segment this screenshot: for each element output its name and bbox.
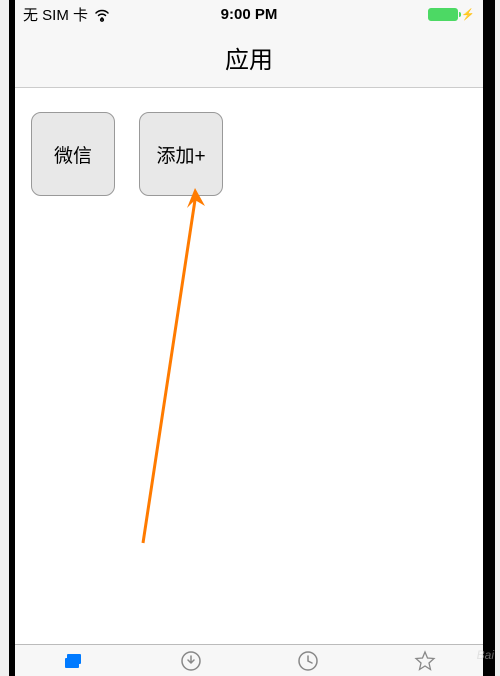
app-tile-wechat[interactable]: 微信 xyxy=(31,112,115,196)
status-bar: 无 SIM 卡 9:00 PM ⚡ xyxy=(15,0,483,28)
tab-favorites[interactable] xyxy=(366,645,483,676)
status-right: ⚡ xyxy=(428,8,475,21)
apps-stack-icon xyxy=(63,650,85,672)
clock-icon xyxy=(297,650,319,672)
app-tile-add[interactable]: 添加+ xyxy=(139,112,223,196)
status-left: 无 SIM 卡 xyxy=(23,4,110,25)
charging-icon: ⚡ xyxy=(461,8,475,21)
wifi-icon xyxy=(94,6,110,22)
tab-recent[interactable] xyxy=(249,645,366,676)
nav-bar: 应用 xyxy=(15,28,483,88)
tab-apps[interactable] xyxy=(15,645,132,676)
carrier-text: 无 SIM 卡 xyxy=(23,4,88,25)
annotation-arrow xyxy=(133,188,213,548)
tab-downloads[interactable] xyxy=(132,645,249,676)
status-time: 9:00 PM xyxy=(221,6,278,23)
tab-bar xyxy=(15,644,483,676)
download-circle-icon xyxy=(180,650,202,672)
screen: 无 SIM 卡 9:00 PM ⚡ 应用 微信 添加+ xyxy=(15,0,483,676)
content-area: 微信 添加+ xyxy=(15,88,483,644)
star-icon xyxy=(414,650,436,672)
battery-icon xyxy=(428,8,458,21)
page-title: 应用 xyxy=(225,40,273,75)
